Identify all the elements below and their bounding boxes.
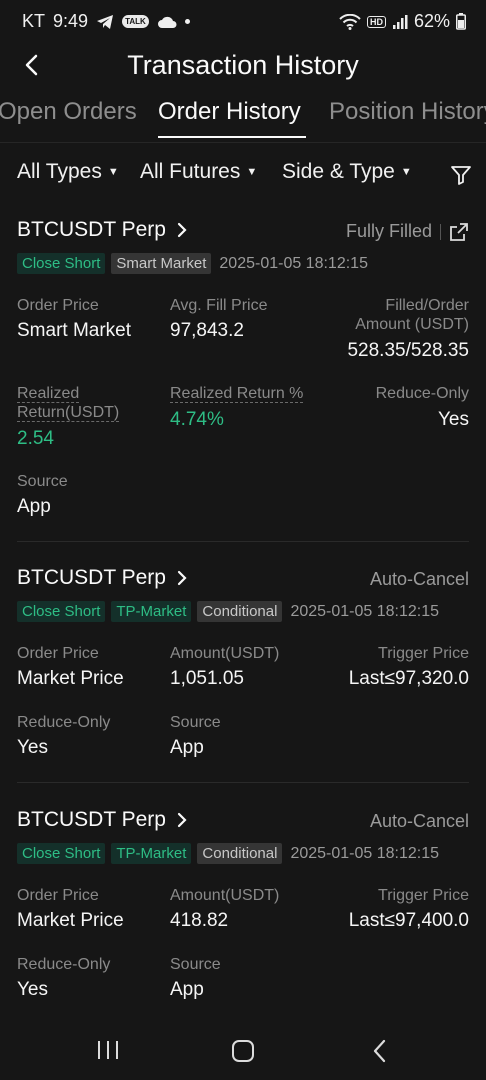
filter-bar: All Types ▼ All Futures ▼ Side & Type ▼	[0, 160, 486, 194]
source-label: Source	[170, 956, 221, 973]
order-time: 2025-01-05 18:12:15	[290, 602, 440, 620]
side-tag: Close Short	[17, 601, 106, 622]
recent-apps-icon[interactable]	[96, 1038, 120, 1062]
tab-bar: Open Orders Order History Position Histo…	[0, 98, 486, 138]
symbol-link[interactable]: BTCUSDT Perp	[17, 218, 188, 242]
filled-order-amount-label: Filled/Order Amount (USDT)	[355, 297, 469, 333]
avg-fill-price-value: 97,843.2	[170, 320, 244, 341]
order-status: Fully Filled	[345, 221, 432, 241]
conditional-tag: Conditional	[197, 843, 283, 864]
caret-down-icon: ▼	[107, 166, 119, 178]
filter-icon[interactable]	[449, 163, 473, 187]
talk-icon: TALK	[122, 15, 149, 28]
reduce-only-value: Yes	[17, 737, 48, 758]
app-header: Transaction History	[0, 44, 486, 88]
hd-icon: HD	[366, 15, 386, 28]
divider	[17, 541, 469, 542]
share-icon[interactable]	[449, 222, 469, 242]
reduce-only-label: Reduce-Only	[17, 956, 111, 973]
battery-percent: 62%	[413, 11, 450, 31]
trigger-price-label: Trigger Price	[378, 887, 469, 904]
order-price-value: Smart Market	[17, 320, 132, 341]
order-time: 2025-01-05 18:12:15	[290, 844, 440, 862]
order-price-value: Market Price	[17, 910, 124, 931]
symbol-link[interactable]: BTCUSDT Perp	[17, 566, 188, 590]
order-price-label: Order Price	[17, 297, 99, 314]
carrier: KT	[22, 11, 46, 31]
filter-futures-dropdown[interactable]: All Futures ▼	[140, 160, 257, 184]
amount-label: Amount(USDT)	[170, 887, 280, 904]
order-type-tag: TP-Market	[111, 843, 192, 864]
trigger-price-label: Trigger Price	[378, 645, 469, 662]
filter-types-dropdown[interactable]: All Types ▼	[17, 160, 119, 184]
symbol-link[interactable]: BTCUSDT Perp	[17, 808, 188, 832]
tab-order-history[interactable]: Order History	[158, 98, 301, 126]
order-card[interactable]: BTCUSDT Perp Fully Filled Close Short Sm…	[0, 218, 486, 538]
battery-icon	[456, 13, 466, 30]
amount-value: 1,051.05	[170, 668, 244, 689]
source-label: Source	[17, 473, 68, 490]
conditional-tag: Conditional	[197, 601, 283, 622]
realized-return-pct-value: 4.74%	[170, 409, 224, 430]
notification-dot	[184, 19, 190, 24]
wifi-icon	[339, 13, 361, 30]
home-icon[interactable]	[230, 1038, 256, 1064]
divider	[0, 142, 486, 143]
symbol-name: BTCUSDT Perp	[17, 218, 166, 241]
realized-return-value: 2.54	[17, 428, 54, 449]
source-label: Source	[170, 714, 221, 731]
reduce-only-label: Reduce-Only	[17, 714, 111, 731]
reduce-only-value: Yes	[17, 979, 48, 1000]
filter-futures-label: All Futures	[140, 160, 241, 183]
telegram-icon	[97, 14, 114, 29]
nav-back-icon[interactable]	[370, 1038, 390, 1064]
filter-side-type-label: Side & Type	[282, 160, 395, 183]
order-price-value: Market Price	[17, 668, 124, 689]
page-title: Transaction History	[127, 50, 359, 80]
chevron-right-icon	[177, 222, 187, 238]
divider	[440, 223, 441, 240]
realized-return-pct-label: Realized Return %	[170, 385, 304, 403]
order-type-tag: TP-Market	[111, 601, 192, 622]
amount-label: Amount(USDT)	[170, 645, 280, 662]
order-status: Auto-Cancel	[369, 811, 469, 831]
cloud-icon	[157, 16, 177, 28]
filled-order-amount-value: 528.35/528.35	[347, 340, 469, 361]
order-price-label: Order Price	[17, 887, 99, 904]
tab-open-orders[interactable]: Open Orders	[0, 98, 137, 126]
order-card[interactable]: BTCUSDT Perp Auto-Cancel Close Short TP-…	[0, 566, 486, 776]
side-tag: Close Short	[17, 253, 106, 274]
chevron-right-icon	[177, 570, 187, 586]
avg-fill-price-label: Avg. Fill Price	[170, 297, 268, 314]
order-price-label: Order Price	[17, 645, 99, 662]
order-type-tag: Smart Market	[111, 253, 212, 274]
order-time: 2025-01-05 18:12:15	[219, 254, 368, 272]
amount-value: 418.82	[170, 910, 229, 931]
trigger-price-value: Last≤97,320.0	[348, 668, 469, 689]
symbol-name: BTCUSDT Perp	[17, 808, 166, 831]
caret-down-icon: ▼	[400, 166, 412, 178]
clock: 9:49	[53, 11, 89, 31]
divider	[17, 782, 469, 783]
signal-icon	[392, 14, 408, 29]
active-tab-indicator	[158, 136, 306, 138]
trigger-price-value: Last≤97,400.0	[348, 910, 469, 931]
reduce-only-value: Yes	[438, 409, 469, 430]
order-card[interactable]: BTCUSDT Perp Auto-Cancel Close Short TP-…	[0, 808, 486, 1018]
symbol-name: BTCUSDT Perp	[17, 566, 166, 589]
reduce-only-label: Reduce-Only	[375, 385, 469, 402]
chevron-right-icon	[177, 812, 187, 828]
caret-down-icon: ▼	[246, 166, 258, 178]
filter-types-label: All Types	[17, 160, 102, 183]
system-nav-bar	[0, 1020, 486, 1080]
source-value: App	[170, 979, 204, 1000]
source-value: App	[170, 737, 204, 758]
status-bar: KT 9:49 TALK HD 62%	[0, 0, 486, 44]
tab-position-history[interactable]: Position History	[329, 98, 486, 126]
order-status: Auto-Cancel	[369, 569, 469, 589]
side-tag: Close Short	[17, 843, 106, 864]
realized-return-label: Realized Return(USDT)	[17, 385, 120, 422]
source-value: App	[17, 496, 51, 517]
filter-side-type-dropdown[interactable]: Side & Type ▼	[282, 160, 412, 184]
